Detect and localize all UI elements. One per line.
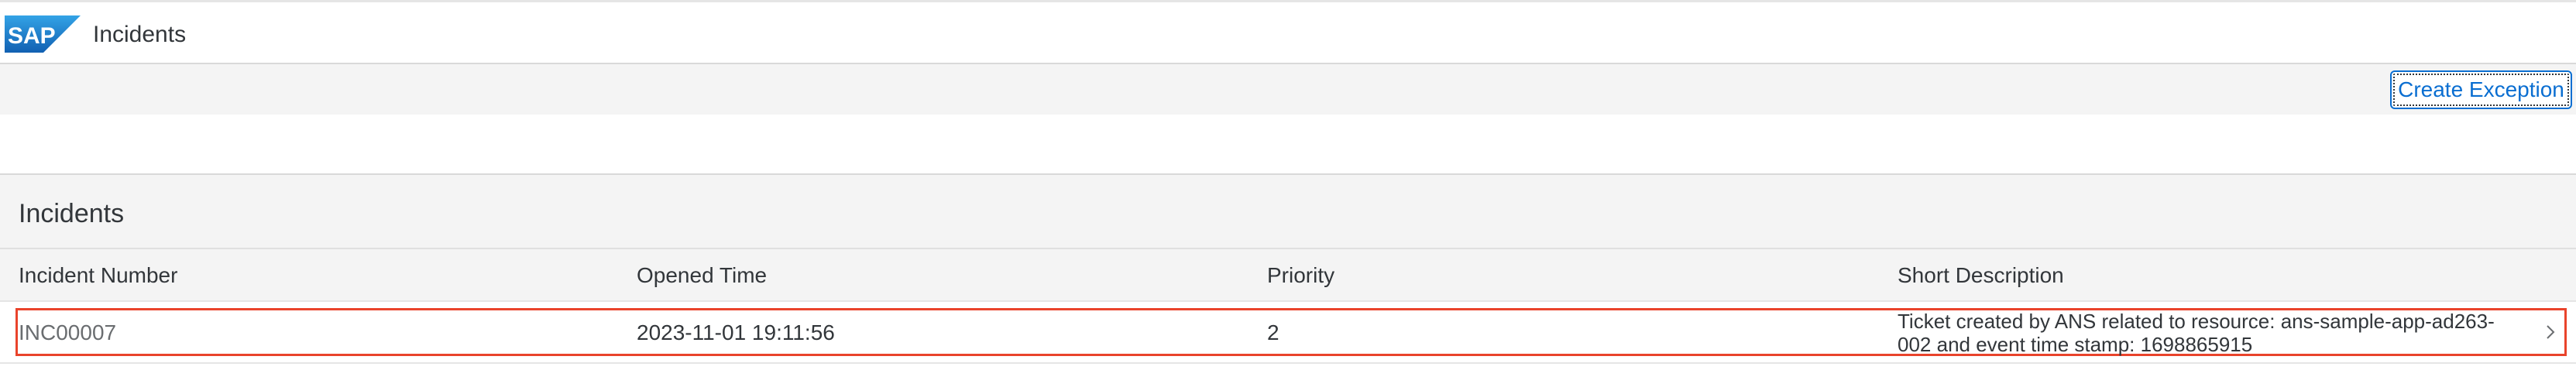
- column-header-incident-number[interactable]: Incident Number: [19, 263, 177, 288]
- cell-incident-number: INC00007: [19, 320, 117, 344]
- column-header-priority[interactable]: Priority: [1267, 263, 1334, 288]
- column-header-short-description[interactable]: Short Description: [1898, 263, 2064, 288]
- sap-logo[interactable]: SAP: [5, 15, 81, 53]
- create-exception-button[interactable]: Create Exception: [2390, 70, 2572, 109]
- table-title: Incidents: [19, 199, 125, 228]
- cell-opened-time: 2023-11-01 19:11:56: [637, 320, 835, 344]
- spacer: [0, 115, 2576, 175]
- table-column-headers: Incident Number Opened Time Priority Sho…: [0, 249, 2576, 302]
- table-row[interactable]: INC00007 2023-11-01 19:11:56 2 Ticket cr…: [0, 302, 2576, 362]
- table-header-toolbar: Incidents: [0, 175, 2576, 249]
- shell-title: Incidents: [93, 22, 187, 47]
- table-bottom-border: [0, 362, 2576, 370]
- page-toolbar: Create Exception: [0, 64, 2576, 115]
- cell-priority: 2: [1267, 320, 1279, 344]
- svg-text:SAP: SAP: [8, 23, 56, 49]
- column-header-opened-time[interactable]: Opened Time: [637, 263, 767, 288]
- cell-short-description: Ticket created by ANS related to resourc…: [1898, 310, 2495, 356]
- chevron-right-icon[interactable]: [2539, 320, 2562, 344]
- shell-header: SAP Incidents: [0, 2, 2576, 64]
